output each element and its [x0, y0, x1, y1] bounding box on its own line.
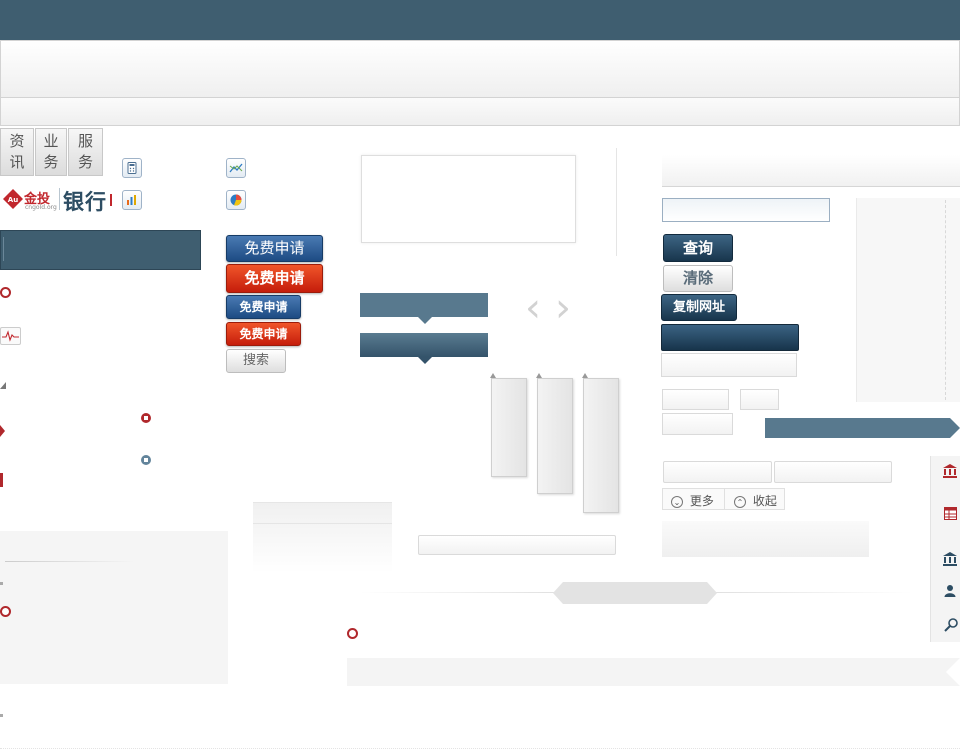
header-gradient-band [0, 40, 960, 98]
ribbon-tab-1 [490, 373, 527, 477]
side-icon-column [930, 456, 960, 642]
tab-button-1[interactable] [663, 461, 772, 483]
tooltip-bar-dark [360, 333, 488, 364]
bullet-circle-icon [0, 606, 11, 617]
left-section-header-bar [0, 230, 201, 270]
fade-box [253, 502, 392, 573]
chevron-right-icon[interactable]: › [555, 288, 571, 328]
search-icon[interactable] [944, 617, 959, 636]
search-button[interactable]: 搜索 [226, 349, 286, 373]
query-input[interactable] [662, 198, 830, 222]
bullet-circle-icon [347, 628, 358, 639]
ribbon-tab-2 [536, 373, 573, 494]
calculator-icon[interactable] [122, 158, 142, 178]
corner-arrow-icon [0, 382, 6, 389]
arrow-right-red-icon [0, 425, 5, 437]
small-box-1[interactable] [662, 389, 729, 410]
right-side-panel [856, 198, 960, 402]
tab-business[interactable]: 业 务 [35, 128, 67, 176]
bank-icon[interactable] [942, 463, 958, 483]
more-toggle[interactable]: ⌄ 更多 [671, 492, 714, 509]
svg-text:Au: Au [8, 196, 18, 204]
pulse-icon [0, 327, 21, 345]
vertical-divider [616, 148, 617, 256]
query-button[interactable]: 查询 [663, 234, 733, 262]
apply-large-blue-button[interactable]: 免费申请 [226, 235, 323, 262]
chevron-up-icon: ⌃ [734, 495, 746, 508]
pie-chart-icon[interactable] [226, 190, 246, 210]
right-fade-box [662, 521, 869, 557]
tab-service[interactable]: 服 务 [68, 128, 103, 176]
more-collapse-toggle: ⌄ 更多 ⌃ 收起 [662, 488, 785, 510]
logo-accent-mark [110, 194, 112, 206]
ribbon-tab-3 [582, 373, 619, 513]
apply-small-blue-button[interactable]: 免费申请 [226, 295, 301, 319]
table-icon[interactable] [944, 507, 957, 524]
subheader-band [0, 97, 960, 126]
toggle-divider [724, 489, 725, 509]
dot-marker [0, 582, 3, 585]
chevron-left-icon[interactable]: ‹ [525, 288, 541, 328]
collapse-toggle[interactable]: ⌃ 收起 [734, 492, 777, 509]
navy-header-bar [661, 324, 799, 351]
stop-blue-icon [141, 455, 151, 465]
arrow-banner-bar [765, 418, 960, 438]
logo-separator [59, 188, 60, 210]
hex-label-bar [553, 582, 717, 604]
red-marker [0, 473, 3, 487]
more-label: 更多 [689, 494, 714, 508]
copy-url-button[interactable]: 复制网址 [661, 294, 737, 321]
small-box-2[interactable] [740, 389, 779, 410]
bank-blue-icon[interactable] [942, 551, 958, 571]
apply-small-red-button[interactable]: 免费申请 [226, 322, 301, 346]
chevron-down-icon: ⌄ [671, 495, 683, 508]
content-box [361, 155, 576, 243]
stop-red-icon [141, 413, 151, 423]
wide-input-box[interactable] [418, 535, 616, 555]
bar-chart-icon[interactable] [122, 190, 142, 210]
light-input-box[interactable] [661, 353, 797, 377]
logo-bank-text: 银行 [63, 189, 107, 214]
logo-domain-text: cngold.org [25, 204, 57, 211]
bottom-banner-bar [347, 658, 960, 686]
apply-large-red-button[interactable]: 免费申请 [226, 264, 323, 293]
clear-button[interactable]: 清除 [663, 265, 733, 292]
tooltip-bar-light [360, 293, 488, 324]
line-chart-icon[interactable] [226, 158, 246, 178]
collapse-label: 收起 [752, 494, 777, 508]
right-header-bar [662, 155, 960, 187]
tab-button-2[interactable] [774, 461, 892, 483]
user-icon[interactable] [944, 584, 956, 601]
dot-marker [0, 714, 3, 717]
bullet-circle-icon [0, 287, 11, 298]
tab-news[interactable]: 资 讯 [0, 128, 34, 176]
cngold-logo-icon: Au [2, 188, 24, 210]
left-panel-divider [5, 561, 135, 562]
small-box-3[interactable] [662, 413, 733, 435]
left-bottom-panel [0, 531, 228, 684]
top-header-bar [0, 0, 960, 41]
